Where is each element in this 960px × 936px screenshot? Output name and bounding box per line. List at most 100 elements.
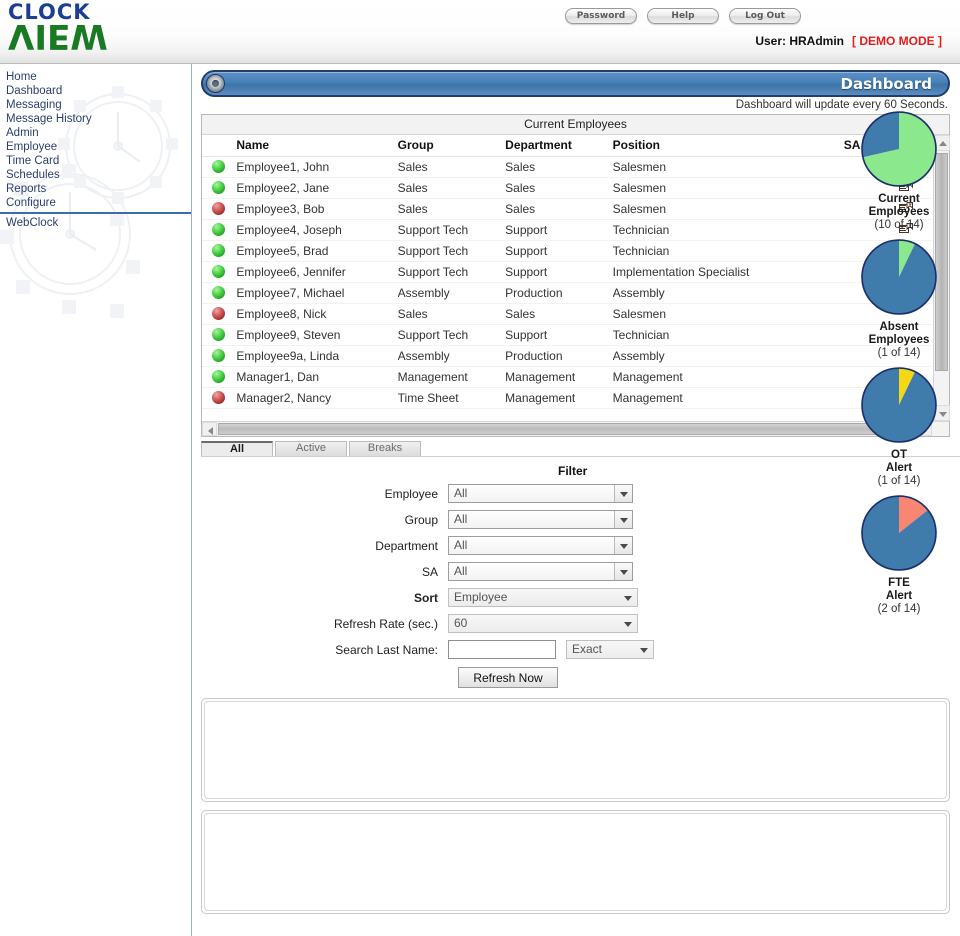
group-select[interactable]: All <box>448 510 633 529</box>
sa-select[interactable]: All <box>448 562 633 581</box>
label-sa: SA <box>421 564 438 579</box>
status-dot-cell <box>202 324 237 346</box>
employee-select-value: All <box>454 486 468 500</box>
cell-name: Employee4, Joseph <box>236 219 398 241</box>
cell-department: Production <box>505 282 613 304</box>
horizontal-scroll-thumb[interactable] <box>218 423 916 435</box>
sidebar-item-message-history[interactable]: Message History <box>6 112 191 126</box>
label-group: Group <box>404 512 438 527</box>
pie-chart-fte-alert[interactable]: FTE Alert (2 of 14) <box>842 494 956 616</box>
table-row[interactable]: Employee2, Jane Sales Sales Salesmen <box>202 177 932 199</box>
sidebar-item-reports[interactable]: Reports <box>6 182 191 196</box>
refresh-rate-select[interactable]: 60 <box>448 614 638 633</box>
pie-chart-ot-alert[interactable]: OT Alert (1 of 14) <box>842 366 956 488</box>
pie-subtitle: (2 of 14) <box>877 603 921 615</box>
status-dot-cell <box>202 177 237 199</box>
gear-icon <box>206 74 225 93</box>
cell-department: Sales <box>505 156 613 178</box>
sidebar-item-home[interactable]: Home <box>6 70 191 84</box>
status-dot-cell <box>202 219 237 241</box>
pie-title-line: Employees <box>868 206 930 218</box>
sa-select-value: All <box>454 564 468 578</box>
cell-position: Implementation Specialist <box>612 261 844 283</box>
sidebar-item-messaging[interactable]: Messaging <box>6 98 191 112</box>
filter-row-search: Search Last Name: Exact <box>193 638 960 661</box>
column-header-name[interactable]: Name <box>236 135 398 157</box>
column-header-group[interactable]: Group <box>397 135 506 157</box>
tab-active[interactable]: Active <box>275 441 347 456</box>
sidebar-item-configure[interactable]: Configure <box>6 196 191 210</box>
employees-table-body: Employee1, John Sales Sales Salesmen Employe… <box>202 156 932 409</box>
cell-position: Management <box>612 366 844 388</box>
sidebar-item-admin[interactable]: Admin <box>6 126 191 140</box>
pie-chart-absent-employees[interactable]: Absent Employees (1 of 14) <box>842 238 956 360</box>
chevron-down-icon <box>619 615 637 632</box>
messages-panel[interactable] <box>201 698 950 802</box>
chevron-down-icon <box>635 641 653 658</box>
table-row[interactable]: Employee8, Nick Sales Sales Salesmen <box>202 303 932 325</box>
cell-department: Support <box>505 219 613 241</box>
chevron-down-icon <box>614 563 632 580</box>
sidebar-item-dashboard[interactable]: Dashboard <box>6 84 191 98</box>
alerts-panel[interactable] <box>201 810 950 914</box>
tab-all[interactable]: All <box>201 441 273 456</box>
pie-subtitle: (1 of 14) <box>877 475 921 487</box>
app-header: CLOCK VIEW Password Help Log Out User: H… <box>0 0 960 64</box>
table-row[interactable]: Manager1, Dan Management Management Managem… <box>202 366 932 388</box>
label-employee: Employee <box>384 486 438 501</box>
table-row[interactable]: Employee3, Bob Sales Sales Salesmen <box>202 198 932 220</box>
table-row[interactable]: Employee7, Michael Assembly Production Asse… <box>202 282 932 304</box>
status-red-icon <box>212 307 225 320</box>
cell-group: Support Tech <box>397 240 506 262</box>
tab-breaks[interactable]: Breaks <box>349 441 421 456</box>
cell-name: Manager2, Nancy <box>236 387 398 409</box>
cell-group: Assembly <box>397 282 506 304</box>
sidebar-item-webclock[interactable]: WebClock <box>6 216 191 230</box>
department-select[interactable]: All <box>448 536 633 555</box>
status-dot-cell <box>202 198 237 220</box>
chevron-down-icon <box>614 485 632 502</box>
password-button[interactable]: Password <box>565 8 637 24</box>
label-sort: Sort <box>414 590 438 605</box>
cell-department: Support <box>505 324 613 346</box>
pie-chart-svg <box>861 367 937 443</box>
cell-name: Employee7, Michael <box>236 282 398 304</box>
table-row[interactable]: Employee9a, Linda Assembly Production Assem… <box>202 345 932 367</box>
cell-group: Support Tech <box>397 219 506 241</box>
cell-group: Sales <box>397 198 506 220</box>
match-mode-select[interactable]: Exact <box>566 640 654 659</box>
table-row[interactable]: Manager2, Nancy Time Sheet Management Manag… <box>202 387 932 409</box>
table-row[interactable]: Employee9, Steven Support Tech Support Tech… <box>202 324 932 346</box>
sidebar: Home Dashboard Messaging Message History… <box>0 64 192 936</box>
sidebar-item-time-card[interactable]: Time Card <box>6 154 191 168</box>
employees-horizontal-scrollbar[interactable] <box>202 421 949 436</box>
user-status-line: User: HRAdmin [ DEMO MODE ] <box>0 34 942 48</box>
current-employees-panel: Current Employees Name Group Department … <box>201 114 950 437</box>
refresh-now-button[interactable]: Refresh Now <box>458 667 558 688</box>
sidebar-divider <box>0 212 191 214</box>
column-header-department[interactable]: Department <box>505 135 613 157</box>
pie-title-line: Absent <box>879 321 919 333</box>
sort-select[interactable]: Employee <box>448 588 638 607</box>
search-last-name-input[interactable] <box>448 640 556 659</box>
table-row[interactable]: Employee5, Brad Support Tech Support Techni… <box>202 240 932 262</box>
scroll-left-icon[interactable] <box>202 422 217 436</box>
pie-chart-current-employees[interactable]: Current Employees (10 of 14) <box>842 110 956 232</box>
logout-button[interactable]: Log Out <box>729 8 801 24</box>
cell-name: Employee5, Brad <box>236 240 398 262</box>
cell-department: Sales <box>505 303 613 325</box>
table-row[interactable]: Employee1, John Sales Sales Salesmen <box>202 156 932 178</box>
employee-select[interactable]: All <box>448 484 633 503</box>
table-row[interactable]: Employee6, Jennifer Support Tech Support Im… <box>202 261 932 283</box>
sidebar-item-employee[interactable]: Employee <box>6 140 191 154</box>
status-green-icon <box>212 181 225 194</box>
sidebar-item-schedules[interactable]: Schedules <box>6 168 191 182</box>
column-header-position[interactable]: Position <box>612 135 844 157</box>
help-button[interactable]: Help <box>647 8 719 24</box>
cell-group: Sales <box>397 177 506 199</box>
cell-name: Employee1, John <box>236 156 398 178</box>
table-row[interactable]: Employee4, Joseph Support Tech Support Tech… <box>202 219 932 241</box>
cell-department: Management <box>505 366 613 388</box>
cell-name: Manager1, Dan <box>236 366 398 388</box>
cell-position: Salesmen <box>612 177 844 199</box>
